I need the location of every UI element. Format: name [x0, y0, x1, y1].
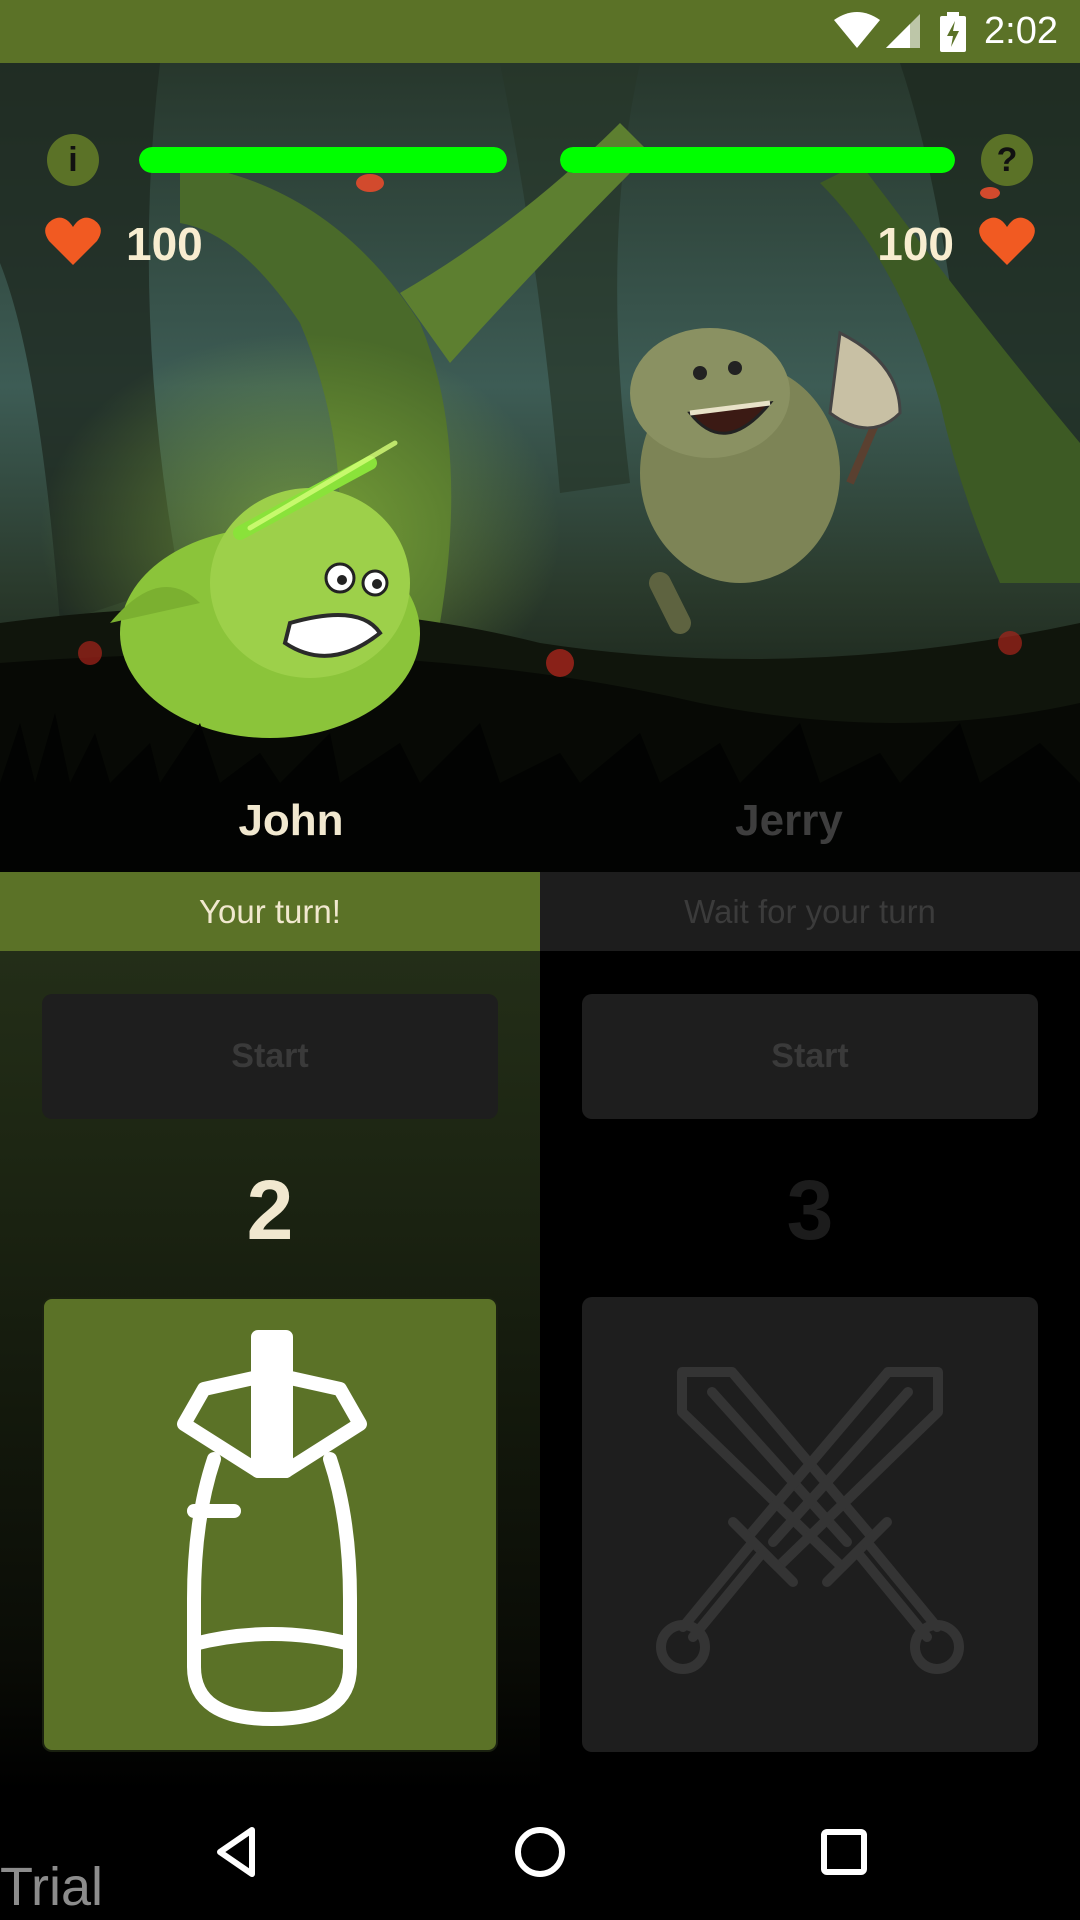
player1-health-fill: [139, 147, 507, 173]
turn-banner: Wait for your turn: [540, 872, 1080, 951]
clock: 2:02: [984, 10, 1058, 52]
turn-banner: Your turn!: [0, 872, 540, 951]
back-icon[interactable]: [208, 1822, 268, 1882]
player1-panel: Your turn! Start 2: [0, 872, 540, 1792]
player1-name: John: [238, 796, 344, 845]
start-button[interactable]: Start: [582, 994, 1038, 1119]
crossed-swords-icon: [656, 1367, 964, 1674]
player2-hp-value: 100: [877, 218, 954, 270]
trial-watermark: Trial: [0, 1857, 103, 1917]
action-button-swords[interactable]: [582, 1297, 1038, 1752]
player2-health-fill: [560, 147, 955, 173]
forest-background: [0, 63, 1080, 872]
player2-health-bar: [560, 147, 955, 173]
cell-signal-icon: [886, 14, 920, 48]
action-button-bomb[interactable]: [42, 1297, 498, 1752]
help-button[interactable]: ?: [981, 134, 1033, 186]
player2-name: Jerry: [735, 796, 843, 845]
heart-icon: [979, 217, 1035, 265]
player1-hp-value: 100: [126, 218, 203, 270]
recents-icon[interactable]: [814, 1822, 874, 1882]
home-icon[interactable]: [510, 1822, 570, 1882]
heart-icon: [45, 217, 101, 265]
navigation-bar: Trial: [0, 1792, 1080, 1920]
battle-scene: i ? 100 100 John Jerry: [0, 63, 1080, 872]
start-button[interactable]: Start: [42, 994, 498, 1119]
player-panels: Your turn! Start 2 Wait for your turn St…: [0, 872, 1080, 1792]
wifi-icon: [834, 12, 880, 48]
move-counter: 2: [246, 1163, 294, 1257]
battery-charging-icon: [940, 12, 966, 52]
player2-panel: Wait for your turn Start 3: [540, 872, 1080, 1792]
status-bar: 2:02: [0, 0, 1080, 63]
bomb-icon: [177, 1330, 367, 1726]
player1-health-bar: [139, 147, 507, 173]
info-button[interactable]: i: [47, 134, 99, 186]
move-counter: 3: [786, 1163, 834, 1257]
